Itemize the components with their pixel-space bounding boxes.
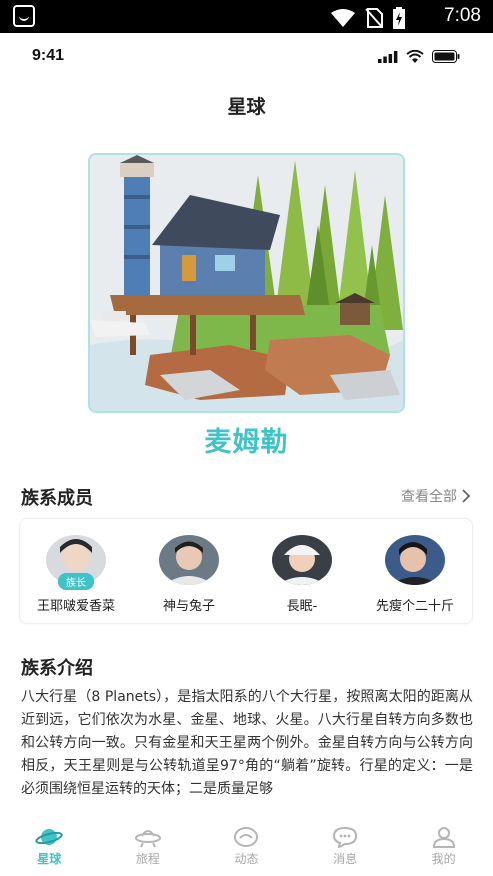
members-section-title: 族系成员	[21, 488, 93, 509]
cellular-signal-icon	[378, 50, 398, 63]
android-status-bar: 7:08	[0, 0, 493, 33]
tab-label: 旅程	[135, 852, 160, 866]
wifi-icon	[406, 50, 424, 63]
member-name: 神与兔子	[162, 599, 215, 614]
member-name: 長眠-	[286, 599, 318, 614]
system-icons	[331, 7, 405, 29]
tab-profile[interactable]: 我的	[394, 818, 493, 876]
tab-label: 我的	[431, 852, 456, 866]
battery-icon	[432, 50, 460, 63]
shopping-bag-icon	[13, 5, 35, 27]
view-all-label: 查看全部	[401, 489, 457, 505]
tab-journey[interactable]: 旅程	[99, 818, 198, 876]
wifi-icon	[331, 9, 355, 27]
page-title: 星球	[227, 96, 266, 118]
tab-planet[interactable]: 星球	[0, 818, 99, 876]
feed-icon	[234, 827, 259, 847]
tab-messages[interactable]: 消息	[296, 818, 395, 876]
tab-label: 动态	[234, 852, 259, 866]
tab-label: 消息	[333, 852, 358, 866]
chat-bubble-icon	[333, 826, 358, 848]
no-sim-icon	[365, 8, 383, 28]
bottom-tab-bar: 星球 旅程 动态 消息 我的	[0, 818, 493, 876]
member-item[interactable]: 先瘦个二十斤	[359, 535, 471, 614]
member-item[interactable]: 長眠-	[246, 535, 358, 614]
intro-text: 八大行星（8 Planets），是指太阳系的八个大行星，按照离太阳的距离从近到远…	[21, 689, 473, 797]
planet-illustration[interactable]	[88, 153, 405, 413]
ios-time: 9:41	[32, 47, 65, 64]
planet-icon	[35, 829, 63, 845]
island-scene-image	[90, 155, 403, 411]
tab-label: 星球	[37, 852, 62, 866]
ufo-icon	[134, 830, 161, 848]
tab-feed[interactable]: 动态	[197, 818, 296, 876]
planet-name: 麦姆勒	[204, 427, 289, 458]
ios-status-bar: 9:41	[0, 33, 493, 83]
view-all-members-link[interactable]: 查看全部	[401, 486, 471, 506]
user-icon	[432, 827, 455, 848]
member-item[interactable]: 神与兔子	[133, 535, 245, 614]
member-name: 先瘦个二十斤	[375, 599, 454, 614]
leader-badge: 族长	[58, 573, 94, 590]
battery-charging-icon	[393, 7, 405, 29]
chevron-right-icon	[462, 489, 471, 503]
member-name: 王耶啵爱香菜	[36, 599, 115, 614]
members-card: 族长 王耶啵爱香菜 神与兔子 長眠- 先瘦个二十斤	[19, 518, 473, 624]
member-item[interactable]: 族长 王耶啵爱香菜	[20, 535, 132, 614]
avatar	[159, 535, 219, 585]
android-clock: 7:08	[444, 5, 481, 26]
intro-section-title: 族系介绍	[21, 658, 93, 679]
avatar	[272, 535, 332, 585]
avatar	[385, 535, 445, 585]
